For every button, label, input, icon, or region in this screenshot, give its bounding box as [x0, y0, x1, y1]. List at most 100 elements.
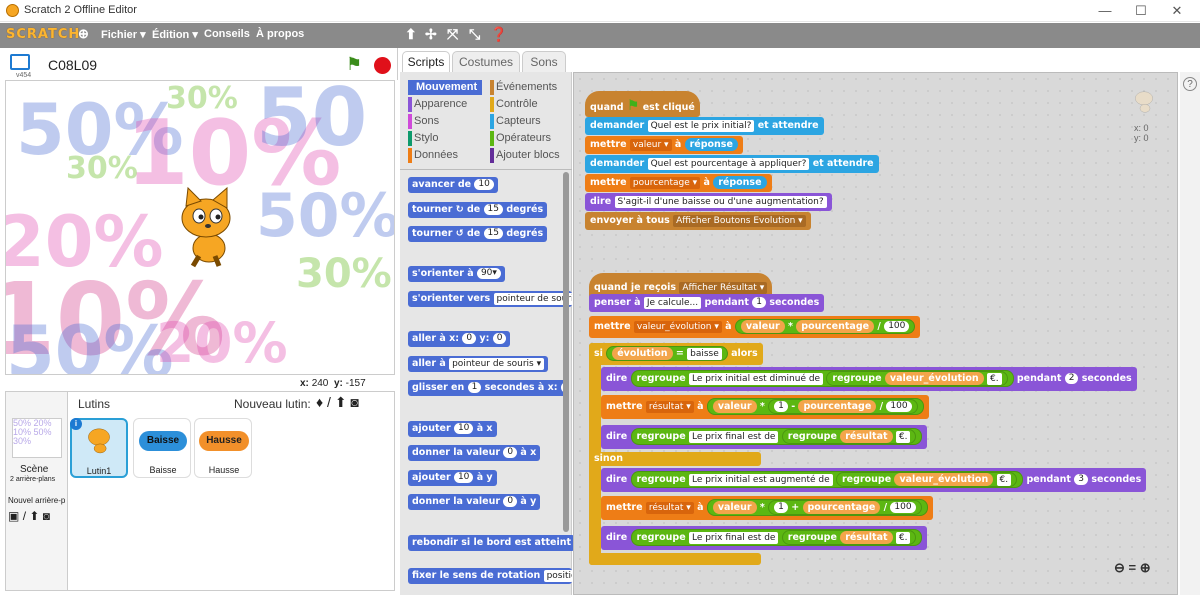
- category-control[interactable]: Contrôle: [490, 97, 538, 112]
- block-point-direction[interactable]: s'orienter à 90▾: [408, 266, 505, 282]
- tab-costumes[interactable]: Costumes: [452, 51, 520, 73]
- block-set-y[interactable]: donner la valeur 0 à y: [408, 494, 541, 510]
- sprite-thumb-lutin1[interactable]: i Lutin1: [70, 418, 128, 478]
- zoom-out-icon[interactable]: ⊖: [1114, 560, 1125, 575]
- scene-column: 50% 20% 10% 50% 30% Scène 2 arrière-plan…: [6, 392, 68, 590]
- backdrop-text: 30%: [166, 81, 238, 116]
- category-pen[interactable]: Stylo: [408, 131, 438, 146]
- block-ask[interactable]: demander Quel est pourcentage à applique…: [585, 155, 879, 173]
- tab-scripts[interactable]: Scripts: [402, 51, 450, 73]
- help-icon[interactable]: ❓: [490, 26, 507, 43]
- maximize-button[interactable]: ☐: [1126, 2, 1156, 20]
- duplicate-icon[interactable]: ⬆: [405, 26, 417, 43]
- zoom-reset-button[interactable]: =: [1129, 560, 1137, 575]
- block-goto[interactable]: aller à pointeur de souris ▾: [408, 356, 549, 372]
- minimize-button[interactable]: —: [1090, 2, 1120, 20]
- camera-sprite-icon[interactable]: ◙: [350, 394, 358, 410]
- editor-tabs: Scripts Costumes Sons: [400, 48, 572, 73]
- question-icon[interactable]: ?: [1183, 77, 1197, 91]
- backdrop-text: 50%: [6, 311, 174, 375]
- zoom-in-icon[interactable]: ⊕: [1140, 560, 1151, 575]
- scene-thumbnail[interactable]: 50% 20% 10% 50% 30%: [12, 418, 62, 458]
- block-rotation-style[interactable]: fixer le sens de rotation position: [408, 568, 572, 584]
- cat-sprite[interactable]: [161, 186, 251, 276]
- block-ask[interactable]: demander Quel est le prix initial? et at…: [585, 117, 824, 135]
- category-events[interactable]: Événements: [490, 80, 557, 95]
- stage-canvas[interactable]: 50% 10% 50 20% 10% 50% 50% 20% 30% 30% 3…: [5, 80, 395, 375]
- block-move[interactable]: avancer de 10: [408, 177, 498, 193]
- backdrop-text: 50%: [256, 181, 395, 251]
- palette-scrollbar[interactable]: [563, 172, 569, 532]
- block-change-y[interactable]: ajouter 10 à y: [408, 470, 497, 486]
- block-goto-xy[interactable]: aller à x: 0 y: 0: [408, 331, 511, 347]
- choose-backdrop-icon[interactable]: /: [23, 509, 26, 523]
- category-sensing[interactable]: Capteurs: [490, 114, 541, 129]
- block-turn-right[interactable]: tourner ↻ de 15 degrés: [408, 202, 548, 218]
- camera-backdrop-icon[interactable]: ◙: [43, 509, 50, 523]
- block-set-variable[interactable]: mettre résultat ▾ à valeur * 1 + pourcen…: [601, 496, 933, 520]
- block-say-for[interactable]: dire regroupe Le prix initial est augmen…: [601, 468, 1147, 492]
- block-broadcast[interactable]: envoyer à tous Afficher Boutons Evolutio…: [585, 212, 811, 230]
- menu-edit[interactable]: Édition ▾: [152, 28, 198, 41]
- block-say[interactable]: dire S'agit-il d'une baisse ou d'une aug…: [585, 193, 832, 211]
- category-sound[interactable]: Sons: [408, 114, 439, 129]
- backdrop-text: 50: [256, 80, 368, 164]
- block-set-variable[interactable]: mettre valeur ▾ à réponse: [585, 136, 743, 154]
- block-bounce[interactable]: rebondir si le bord est atteint: [408, 535, 576, 551]
- grow-icon[interactable]: ⤧: [447, 26, 458, 43]
- shrink-icon[interactable]: ⤡: [469, 26, 480, 43]
- library-sprite-icon[interactable]: ♦: [316, 394, 323, 410]
- category-operators[interactable]: Opérateurs: [490, 131, 551, 146]
- scene-label: Scène: [20, 464, 49, 475]
- hat-when-flag-clicked[interactable]: quand ⚑ est cliqué: [585, 91, 700, 117]
- block-glide[interactable]: glisser en 1 secondes à x: 0: [408, 380, 568, 396]
- sprite-thumb-hausse[interactable]: Hausse Hausse: [194, 418, 252, 478]
- block-say[interactable]: dire regroupe Le prix final est de regro…: [601, 425, 928, 449]
- green-flag-icon[interactable]: ⚑: [346, 54, 362, 75]
- if-else-end: [589, 553, 761, 565]
- menu-file[interactable]: Fichier ▾: [101, 28, 146, 41]
- cut-icon[interactable]: ✢: [425, 26, 437, 43]
- scene-backdrop-count: 2 arrière-plans: [10, 476, 56, 483]
- block-set-variable[interactable]: mettre résultat ▾ à valeur * 1 - pourcen…: [601, 395, 929, 419]
- menu-about[interactable]: À propos: [256, 28, 304, 40]
- tab-sounds[interactable]: Sons: [522, 51, 566, 73]
- block-set-x[interactable]: donner la valeur 0 à x: [408, 445, 541, 461]
- block-if-else[interactable]: si évolution = baisse alors: [589, 343, 763, 365]
- category-more-blocks[interactable]: Ajouter blocs: [490, 148, 560, 163]
- paint-backdrop-icon[interactable]: ▣: [8, 509, 19, 523]
- block-change-x[interactable]: ajouter 10 à x: [408, 421, 497, 437]
- sprite-name: Baisse: [149, 465, 177, 475]
- window-titlebar: Scratch 2 Offline Editor — ☐ ✕: [0, 0, 1200, 22]
- block-say[interactable]: dire regroupe Le prix final est de regro…: [601, 526, 928, 550]
- sprite-thumb-baisse[interactable]: Baisse Baisse: [133, 418, 191, 478]
- block-point-towards[interactable]: s'orienter vers pointeur de souris: [408, 291, 572, 307]
- scratch-logo[interactable]: SCRATCH: [6, 27, 80, 42]
- category-motion[interactable]: Mouvement: [408, 80, 482, 95]
- info-icon[interactable]: i: [70, 418, 82, 430]
- block-say-for[interactable]: dire regroupe Le prix initial est diminu…: [601, 367, 1137, 391]
- block-set-variable[interactable]: mettre valeur_évolution ▾ à valeur * pou…: [589, 316, 921, 338]
- stage-header: v454 C08L09 ⚑: [0, 48, 398, 80]
- block-turn-left[interactable]: tourner ↺ de 15 degrés: [408, 226, 548, 242]
- globe-icon[interactable]: ⊕: [78, 26, 89, 42]
- help-panel-toggle[interactable]: ?: [1180, 72, 1200, 595]
- hausse-button-preview: Hausse: [199, 431, 249, 451]
- paint-sprite-icon[interactable]: /: [327, 394, 331, 410]
- project-name[interactable]: C08L09: [48, 57, 97, 73]
- backdrop-text: 30%: [296, 251, 392, 297]
- stop-icon[interactable]: [374, 57, 391, 74]
- new-sprite-tools: ♦ / ⬆ ◙: [316, 394, 359, 411]
- sprite-x: x: 0: [1134, 123, 1149, 133]
- close-button[interactable]: ✕: [1162, 2, 1192, 20]
- fullscreen-icon[interactable]: [10, 54, 30, 70]
- mouse-coordinates: x: 240 y: -157: [300, 378, 366, 389]
- block-set-variable[interactable]: mettre pourcentage ▾ à réponse: [585, 174, 772, 192]
- upload-backdrop-icon[interactable]: ⬆: [29, 509, 39, 523]
- upload-sprite-icon[interactable]: ⬆: [335, 394, 347, 410]
- category-looks[interactable]: Apparence: [408, 97, 467, 112]
- menu-tips[interactable]: Conseils: [204, 28, 250, 40]
- block-think-for[interactable]: penser à Je calcule... pendant 1 seconde…: [589, 294, 825, 312]
- scripts-area[interactable]: quand ⚑ est cliqué demander Quel est le …: [573, 72, 1178, 595]
- category-data[interactable]: Données: [408, 148, 458, 163]
